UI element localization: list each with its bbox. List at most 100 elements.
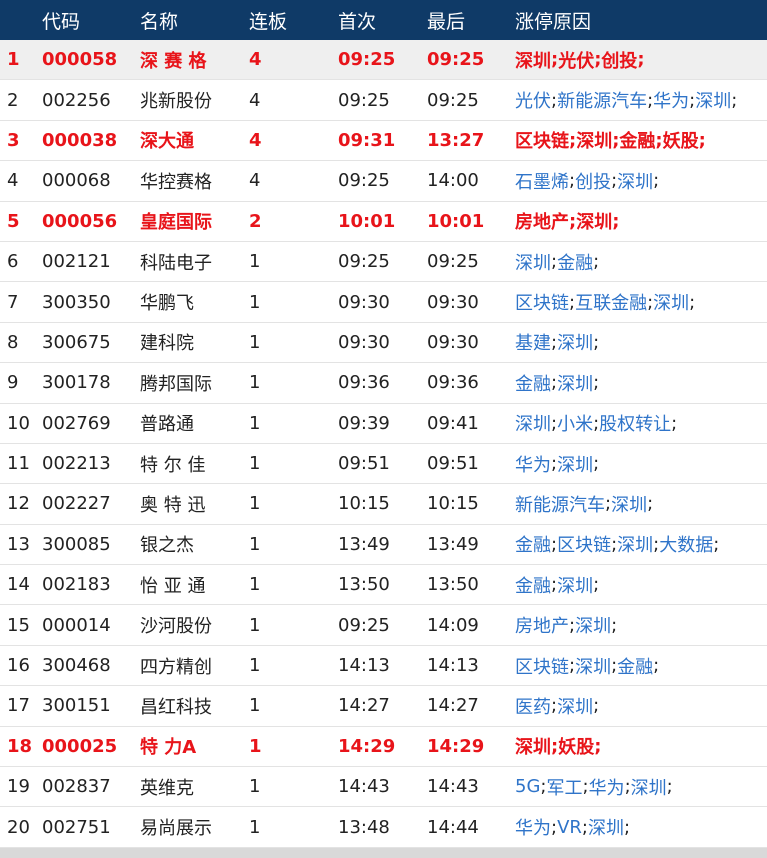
stock-code[interactable]: 300675 [42,323,111,362]
reason-tag-link[interactable]: 金融 [515,572,551,598]
reason-tag-link[interactable]: 光伏 [515,87,551,113]
stock-code[interactable]: 002751 [42,807,111,846]
reason-tag-link[interactable]: 深圳 [576,208,612,234]
table-row[interactable]: 4 000068 华控赛格 4 09:25 14:00 石墨烯; 创投; 深圳; [0,161,767,202]
stock-name[interactable]: 特 尔 佳 [140,444,205,483]
reason-tag-link[interactable]: 股权转让 [599,410,671,436]
header-lianban[interactable]: 连板 [249,0,287,40]
stock-name[interactable]: 华鹏飞 [140,282,194,321]
stock-name[interactable]: 皇庭国际 [140,202,212,241]
stock-code[interactable]: 002183 [42,565,111,604]
stock-code[interactable]: 002769 [42,404,111,443]
stock-name[interactable]: 奥 特 迅 [140,484,205,523]
table-row[interactable]: 12 002227 奥 特 迅 1 10:15 10:15 新能源汽车; 深圳; [0,484,767,525]
stock-name[interactable]: 深大通 [140,121,194,160]
table-row[interactable]: 16 300468 四方精创 1 14:13 14:13 区块链; 深圳; 金融; [0,646,767,687]
reason-tag-link[interactable]: 光伏 [558,47,594,73]
reason-tag-link[interactable]: 妖股 [663,127,699,153]
reason-tag-link[interactable]: 深圳 [653,289,689,315]
reason-tag-link[interactable]: 石墨烯 [515,168,569,194]
reason-tag-link[interactable]: 医药 [515,693,551,719]
table-row[interactable]: 11 002213 特 尔 佳 1 09:51 09:51 华为; 深圳; [0,444,767,485]
header-first-time[interactable]: 首次 [338,0,376,40]
stock-name[interactable]: 华控赛格 [140,161,212,200]
stock-name[interactable]: 深 赛 格 [140,40,207,79]
reason-tag-link[interactable]: 华为 [515,451,551,477]
table-row[interactable]: 8 300675 建科院 1 09:30 09:30 基建; 深圳; [0,323,767,364]
stock-code[interactable]: 300151 [42,686,111,725]
table-row[interactable]: 17 300151 昌红科技 1 14:27 14:27 医药; 深圳; [0,686,767,727]
stock-name[interactable]: 昌红科技 [140,686,212,725]
reason-tag-link[interactable]: 深圳 [576,127,612,153]
reason-tag-link[interactable]: 金融 [619,127,655,153]
stock-code[interactable]: 000058 [42,40,117,79]
stock-code[interactable]: 300468 [42,646,111,685]
stock-name[interactable]: 兆新股份 [140,80,212,119]
reason-tag-link[interactable]: 深圳 [557,572,593,598]
stock-code[interactable]: 002121 [42,242,111,281]
reason-tag-link[interactable]: 华为 [653,87,689,113]
reason-tag-link[interactable]: 金融 [515,531,551,557]
stock-name[interactable]: 易尚展示 [140,807,212,846]
table-row[interactable]: 5 000056 皇庭国际 2 10:01 10:01 房地产; 深圳; [0,202,767,242]
stock-name[interactable]: 怡 亚 通 [140,565,205,604]
stock-name[interactable]: 腾邦国际 [140,363,212,402]
reason-tag-link[interactable]: 互联金融 [575,289,647,315]
stock-name[interactable]: 四方精创 [140,646,212,685]
reason-tag-link[interactable]: 深圳 [695,87,731,113]
stock-code[interactable]: 002213 [42,444,111,483]
stock-code[interactable]: 002227 [42,484,111,523]
scrollbar-track[interactable] [0,848,767,858]
stock-code[interactable]: 300178 [42,363,111,402]
reason-tag-link[interactable]: 深圳 [631,774,667,800]
reason-tag-link[interactable]: 金融 [557,249,593,275]
reason-tag-link[interactable]: 深圳 [617,531,653,557]
table-row[interactable]: 7 300350 华鹏飞 1 09:30 09:30 区块链; 互联金融; 深圳; [0,282,767,323]
table-row[interactable]: 3 000038 深大通 4 09:31 13:27 区块链; 深圳; 金融; 妖股; [0,121,767,162]
stock-code[interactable]: 002256 [42,80,111,119]
reason-tag-link[interactable]: 深圳 [617,168,653,194]
stock-name[interactable]: 建科院 [140,323,194,362]
table-row[interactable]: 1 000058 深 赛 格 4 09:25 09:25 深圳; 光伏; 创投; [0,40,767,81]
reason-tag-link[interactable]: 军工 [546,774,582,800]
table-row[interactable]: 19 002837 英维克 1 14:43 14:43 5G; 军工; 华为; 深圳; [0,767,767,808]
stock-code[interactable]: 000068 [42,161,111,200]
stock-code[interactable]: 300085 [42,525,111,564]
reason-tag-link[interactable]: 创投 [601,47,637,73]
reason-tag-link[interactable]: 5G [515,776,540,797]
reason-tag-link[interactable]: 区块链 [515,653,569,679]
reason-tag-link[interactable]: 深圳 [515,47,551,73]
stock-code[interactable]: 000038 [42,121,117,160]
table-row[interactable]: 10 002769 普路通 1 09:39 09:41 深圳; 小米; 股权转让; [0,404,767,444]
reason-tag-link[interactable]: 基建 [515,329,551,355]
header-name[interactable]: 名称 [140,0,178,40]
table-row[interactable]: 14 002183 怡 亚 通 1 13:50 13:50 金融; 深圳; [0,565,767,606]
reason-tag-link[interactable]: 深圳 [515,410,551,436]
stock-name[interactable]: 银之杰 [140,525,194,564]
reason-tag-link[interactable]: 深圳 [575,612,611,638]
reason-tag-link[interactable]: 房地产 [515,208,569,234]
stock-name[interactable]: 普路通 [140,404,194,443]
reason-tag-link[interactable]: 区块链 [515,127,569,153]
header-code[interactable]: 代码 [42,0,80,40]
reason-tag-link[interactable]: 新能源汽车 [557,87,647,113]
stock-name[interactable]: 沙河股份 [140,605,212,644]
stock-name[interactable]: 特 力A [140,727,196,766]
stock-code[interactable]: 002837 [42,767,111,806]
table-row[interactable]: 6 002121 科陆电子 1 09:25 09:25 深圳; 金融; [0,242,767,283]
stock-code[interactable]: 000014 [42,605,111,644]
reason-tag-link[interactable]: 房地产 [515,612,569,638]
reason-tag-link[interactable]: 金融 [617,653,653,679]
reason-tag-link[interactable]: 华为 [589,774,625,800]
reason-tag-link[interactable]: 创投 [575,168,611,194]
reason-tag-link[interactable]: 小米 [557,410,593,436]
reason-tag-link[interactable]: 华为 [515,814,551,840]
stock-code[interactable]: 000056 [42,202,117,241]
reason-tag-link[interactable]: 大数据 [659,531,713,557]
stock-code[interactable]: 300350 [42,282,111,321]
reason-tag-link[interactable]: 深圳 [611,491,647,517]
reason-tag-link[interactable]: 深圳 [575,653,611,679]
reason-tag-link[interactable]: 深圳 [557,370,593,396]
reason-tag-link[interactable]: 区块链 [557,531,611,557]
stock-name[interactable]: 英维克 [140,767,194,806]
